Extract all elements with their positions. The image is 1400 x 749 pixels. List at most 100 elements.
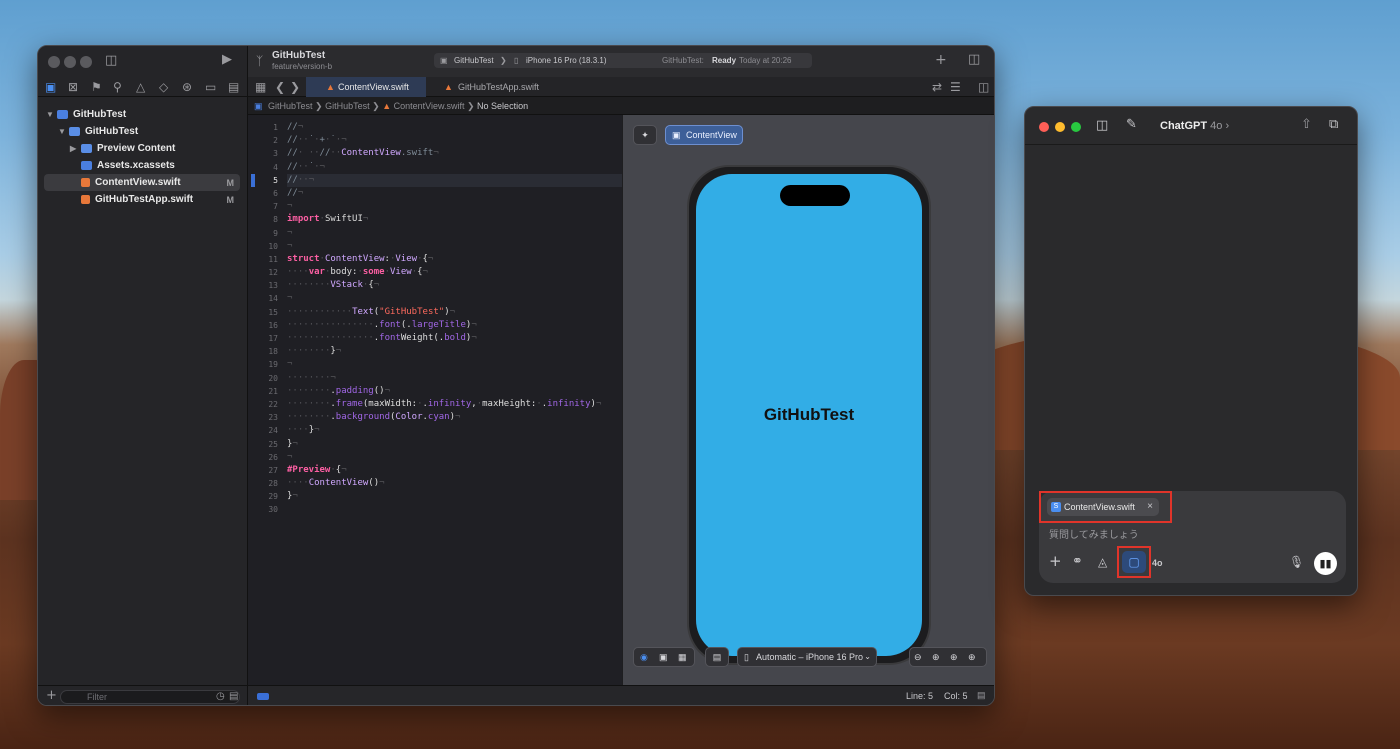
code-line[interactable]: ¬: [287, 292, 622, 305]
globe-icon[interactable]: ⚭: [1072, 555, 1083, 569]
recent-files-icon[interactable]: ◷: [216, 690, 225, 704]
breakpoint-icon[interactable]: ▭: [205, 80, 216, 94]
panel-toggle-icon[interactable]: ▤: [977, 690, 986, 701]
source-control-icon[interactable]: ⊠: [68, 80, 78, 94]
project-title[interactable]: GitHubTest: [272, 50, 325, 61]
message-input[interactable]: 質問してみましょう: [1049, 526, 1139, 541]
scheme-name[interactable]: GitHubTest: [454, 53, 494, 68]
grid-icon[interactable]: ▦: [255, 80, 266, 94]
code-line[interactable]: #Preview·{¬: [287, 464, 622, 477]
zoom-out-icon[interactable]: ⊖: [914, 648, 922, 666]
code-line[interactable]: ········}¬: [287, 345, 622, 358]
warning-icon[interactable]: △: [136, 80, 145, 94]
breadcrumb-project[interactable]: GitHubTest: [268, 101, 313, 111]
code-line[interactable]: //··¬: [287, 173, 622, 187]
code-line[interactable]: //¬: [287, 121, 622, 134]
code-line[interactable]: ········VStack·{¬: [287, 279, 622, 292]
filter-input[interactable]: Filter: [60, 690, 240, 704]
device-selector[interactable]: ▯ Automatic – iPhone 16 Pro ⌄: [737, 647, 877, 667]
chevron-right-icon[interactable]: ▶: [70, 144, 80, 153]
run-icon[interactable]: ▶: [222, 53, 232, 67]
zoom-in-icon[interactable]: ⊕: [968, 648, 976, 666]
sidebar-toggle-icon[interactable]: ◫: [105, 54, 117, 68]
code-line[interactable]: ········.frame(maxWidth:·.infinity,·maxH…: [287, 398, 622, 411]
voice-mode-button[interactable]: ▮▮: [1314, 552, 1337, 575]
zoom-100-icon[interactable]: ⊕: [950, 648, 958, 666]
code-line[interactable]: }¬: [287, 438, 622, 451]
code-line[interactable]: import·SwiftUI¬: [287, 213, 622, 226]
chevron-down-icon[interactable]: ▼: [58, 127, 68, 136]
live-mode-icon[interactable]: ◉: [640, 648, 648, 666]
code-line[interactable]: ····var·body:·some·View·{¬: [287, 266, 622, 279]
filter-options-icon[interactable]: ▤: [229, 690, 238, 704]
tab-githubtestapp[interactable]: ▲ GitHubTestApp.swift: [432, 77, 562, 97]
new-chat-icon[interactable]: ✎: [1126, 118, 1137, 132]
code-line[interactable]: ¬: [287, 358, 622, 371]
split-editor-icon[interactable]: ◫: [978, 80, 989, 94]
refresh-icon[interactable]: ⇄: [932, 80, 942, 94]
select-mode-icon[interactable]: ▣: [659, 648, 668, 666]
search-icon[interactable]: ⚲: [113, 80, 122, 94]
tree-item-contentview[interactable]: ContentView.swift M: [44, 174, 240, 191]
minimize-window-button[interactable]: [1055, 122, 1065, 132]
chevron-down-icon[interactable]: ▼: [46, 110, 56, 119]
pin-icon[interactable]: ✦: [633, 125, 657, 145]
device-settings-icon[interactable]: ▤: [705, 647, 729, 667]
telescope-icon[interactable]: ◬: [1098, 555, 1107, 569]
tree-item-app[interactable]: GitHubTestApp.swift M: [38, 191, 248, 208]
code-line[interactable]: ¬: [287, 240, 622, 253]
code-line[interactable]: ········.padding()¬: [287, 385, 622, 398]
code-line[interactable]: ¬: [287, 451, 622, 464]
code-line[interactable]: ····}¬: [287, 424, 622, 437]
model-picker[interactable]: ChatGPT 4o ›: [1160, 120, 1229, 132]
add-icon[interactable]: +: [46, 689, 57, 703]
code-line[interactable]: //··˙·+·˙·¬: [287, 134, 622, 147]
tree-item-project[interactable]: ▼ GitHubTest: [38, 106, 248, 123]
microphone-icon[interactable]: 🎙: [1289, 555, 1304, 569]
breadcrumb-file[interactable]: ContentView.swift: [394, 101, 465, 111]
close-window-button[interactable]: [1039, 122, 1049, 132]
code-line[interactable]: ············Text("GitHubTest")¬: [287, 306, 622, 319]
code-lines[interactable]: //¬//··˙·+·˙·¬//· ··//··ContentView.swif…: [287, 121, 622, 517]
tab-contentview[interactable]: ▲ ContentView.swift: [306, 77, 426, 97]
forward-icon[interactable]: ❯: [290, 80, 300, 94]
add-icon[interactable]: +: [1049, 554, 1062, 569]
copy-window-icon[interactable]: ⧉: [1329, 118, 1338, 132]
sidebar-toggle-icon[interactable]: ◫: [1096, 119, 1108, 133]
code-line[interactable]: }¬: [287, 490, 622, 503]
zoom-fit-icon[interactable]: ⊕: [932, 648, 940, 666]
tree-item-group[interactable]: ▼ GitHubTest: [38, 123, 248, 140]
close-window-button[interactable]: [48, 56, 60, 68]
zoom-window-button[interactable]: [1071, 122, 1081, 132]
test-icon[interactable]: ◇: [159, 80, 168, 94]
device-screen[interactable]: GitHubTest: [696, 174, 922, 656]
code-line[interactable]: [287, 503, 622, 516]
zoom-window-button[interactable]: [80, 56, 92, 68]
folder-icon[interactable]: ▣: [45, 80, 56, 94]
report-icon[interactable]: ▤: [228, 80, 239, 94]
model-button[interactable]: 4o: [1152, 558, 1163, 568]
debug-area-icon[interactable]: [257, 693, 269, 700]
tree-item-assets[interactable]: Assets.xcassets: [38, 157, 248, 174]
code-line[interactable]: ····ContentView()¬: [287, 477, 622, 490]
back-icon[interactable]: ❮: [275, 80, 285, 94]
minimize-window-button[interactable]: [64, 56, 76, 68]
activity-view[interactable]: ▣ GitHubTest ❯ ▯ iPhone 16 Pro (18.3.1) …: [434, 53, 812, 68]
code-line[interactable]: struct·ContentView:·View·{¬: [287, 253, 622, 266]
debug-icon[interactable]: ⊛: [182, 80, 192, 94]
code-line[interactable]: //··˙·¬: [287, 161, 622, 174]
breadcrumb-group[interactable]: GitHubTest: [325, 101, 370, 111]
variants-icon[interactable]: ▦: [678, 648, 687, 666]
share-icon[interactable]: ⇧: [1301, 118, 1312, 132]
code-line[interactable]: ········¬: [287, 372, 622, 385]
code-editor[interactable]: 1 2 3 4 5 6 7 8 9 10 11 12 13 14 15 16 17 18 19 20 21 22 23 24 2…: [248, 115, 622, 685]
code-line[interactable]: ········.background(Color.cyan)¬: [287, 411, 622, 424]
device-name[interactable]: iPhone 16 Pro (18.3.1): [526, 53, 607, 68]
code-line[interactable]: //· ··//··ContentView.swift¬: [287, 147, 622, 160]
bookmark-icon[interactable]: ⚑: [91, 80, 102, 94]
code-line[interactable]: ¬: [287, 227, 622, 240]
code-line[interactable]: ¬: [287, 200, 622, 213]
preview-tab-contentview[interactable]: ▣ ContentView: [665, 125, 743, 145]
editor-options-icon[interactable]: ☰: [950, 80, 961, 94]
code-line[interactable]: //¬: [287, 187, 622, 200]
